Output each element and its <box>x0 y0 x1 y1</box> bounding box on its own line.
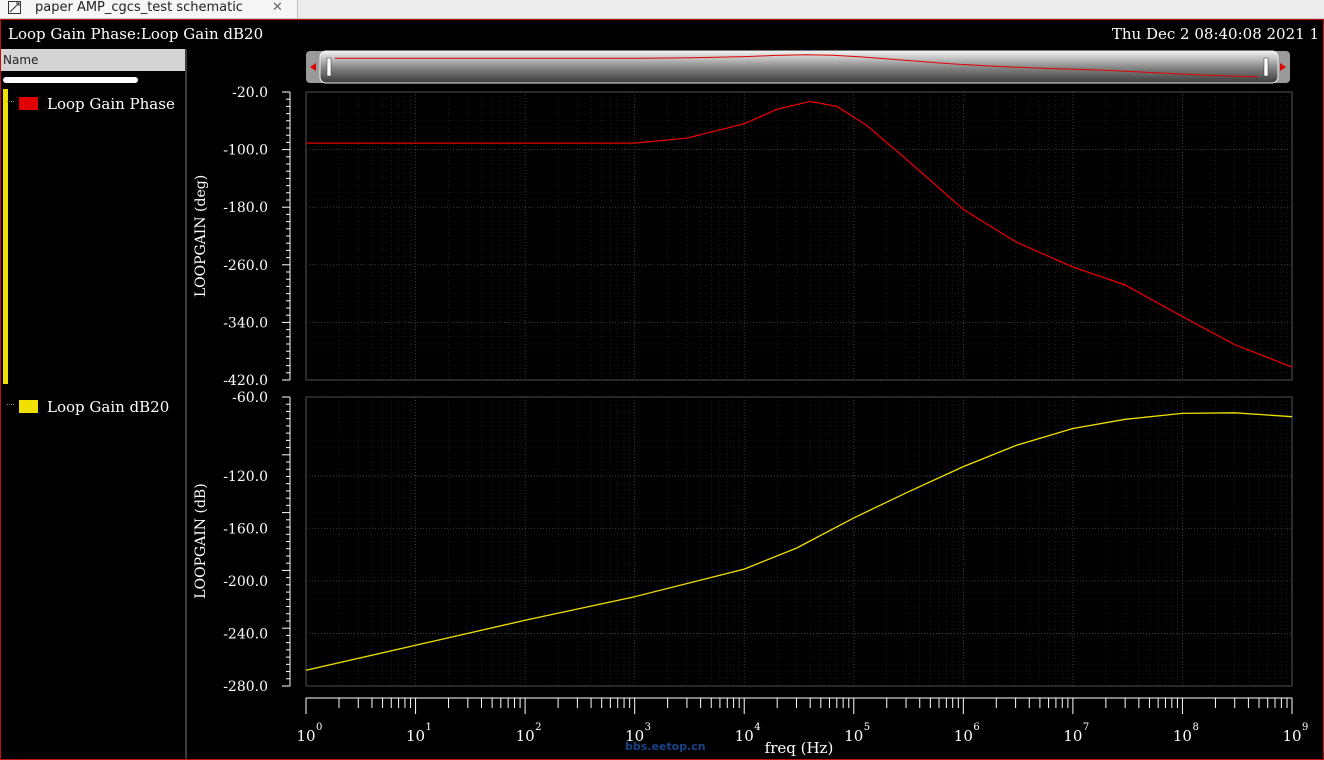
x-tick-label: 10 <box>954 727 973 745</box>
phase-strip[interactable]: -20.0 -100.0 -180.0 -260.0 -340.0 -420.0 LOOPG… <box>193 85 1293 389</box>
legend-label: Loop Gain Phase <box>47 95 175 113</box>
waveform-plot-area[interactable]: -20.0 -100.0 -180.0 -260.0 -340.0 -420.0 LOOPG… <box>185 48 1320 760</box>
y-axis-label: LOOPGAIN (deg) <box>193 175 209 297</box>
y-tick-label: -260.0 <box>223 258 268 274</box>
x-tick-exponent: 2 <box>535 722 541 733</box>
x-tick-label: 10 <box>735 727 754 745</box>
tab-title: paper AMP_cgcs_test schematic <box>35 0 243 15</box>
x-tick-exponent: 7 <box>1083 722 1089 733</box>
schematic-icon <box>8 1 21 14</box>
close-icon[interactable]: ✕ <box>272 0 283 16</box>
x-tick-label: 10 <box>1063 727 1082 745</box>
legend-panel: Name Loop Gain Phase Loop Gain dB20 <box>1 49 187 759</box>
legend-swatch-red <box>19 97 38 110</box>
y-tick-label: -340.0 <box>223 315 268 331</box>
legend-header[interactable]: Name <box>1 49 185 71</box>
strip-selection-bar <box>3 89 8 384</box>
tab-bar: paper AMP_cgcs_test schematic ✕ <box>0 0 1324 19</box>
window-date: Thu Dec 2 08:40:08 2021 1 <box>1111 25 1319 43</box>
x-tick-exponent: 4 <box>754 722 760 733</box>
tree-connector <box>7 101 14 103</box>
x-axis: 10 0 10 1 10 2 10 3 10 4 10 5 10 6 10 7 10 8 10 9freq (Hz) <box>296 697 1308 757</box>
legend-item-loop-gain-phase[interactable]: Loop Gain Phase <box>7 95 175 113</box>
legend-swatch-yellow <box>19 400 38 413</box>
x-tick-exponent: 9 <box>1302 722 1308 733</box>
x-tick-label: 10 <box>1173 727 1192 745</box>
x-tick-exponent: 3 <box>645 722 651 733</box>
x-tick-label: 10 <box>406 727 425 745</box>
gain-strip[interactable]: -60.0 -120.0 -160.0 -200.0 -240.0 -280.0 LOOPG… <box>193 390 1293 695</box>
x-tick-exponent: 1 <box>426 722 432 733</box>
x-tick-label: 10 <box>296 727 315 745</box>
x-tick-exponent: 6 <box>973 722 979 733</box>
x-tick-exponent: 8 <box>1192 722 1198 733</box>
y-tick-label: -180.0 <box>223 200 268 216</box>
y-axis-label: LOOPGAIN (dB) <box>193 483 209 598</box>
y-tick-label: -240.0 <box>223 626 268 642</box>
y-tick-label: -120.0 <box>223 469 268 485</box>
x-axis-label: freq (Hz) <box>765 739 834 757</box>
y-tick-label: -420.0 <box>223 373 268 389</box>
window-title: Loop Gain Phase:Loop Gain dB20 <box>8 25 264 43</box>
tab-schematic[interactable]: paper AMP_cgcs_test schematic ✕ <box>0 0 298 18</box>
scroller-thumb[interactable] <box>319 50 1279 84</box>
y-tick-label: -200.0 <box>223 574 268 590</box>
overview-scroller[interactable] <box>306 50 1290 84</box>
x-tick-exponent: 5 <box>864 722 870 733</box>
x-tick-label: 10 <box>1282 727 1301 745</box>
watermark: bbs.eetop.cn <box>625 740 706 753</box>
legend-item-loop-gain-db20[interactable]: Loop Gain dB20 <box>7 398 169 416</box>
tree-connector <box>7 404 14 406</box>
x-tick-label: 10 <box>844 727 863 745</box>
legend-label: Loop Gain dB20 <box>47 398 170 416</box>
legend-scrollbar[interactable] <box>3 77 138 83</box>
left-handle-icon[interactable] <box>326 57 332 77</box>
y-tick-label: -100.0 <box>223 143 268 159</box>
x-tick-label: 10 <box>516 727 535 745</box>
x-tick-exponent: 0 <box>316 722 322 733</box>
right-handle-icon[interactable] <box>1263 57 1269 77</box>
y-tick-label: -60.0 <box>232 390 268 406</box>
y-tick-label: -20.0 <box>232 85 268 101</box>
y-tick-label: -160.0 <box>223 521 268 537</box>
y-tick-label: -280.0 <box>223 679 268 695</box>
